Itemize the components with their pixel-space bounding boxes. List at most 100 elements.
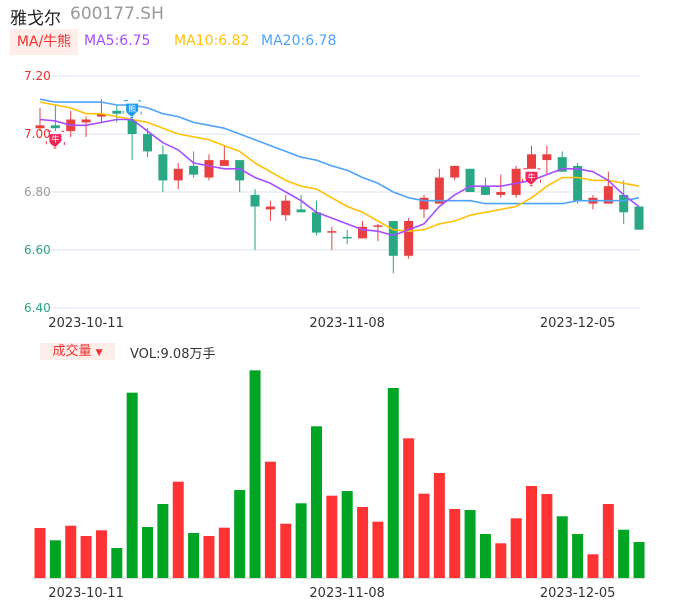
volume-bar	[310, 426, 322, 578]
candle	[419, 194, 429, 219]
candle	[189, 151, 199, 178]
candle	[404, 218, 414, 259]
volume-bar	[618, 529, 630, 578]
volume-bar	[387, 387, 399, 578]
candle	[434, 168, 444, 204]
candle-body	[250, 194, 260, 207]
candle	[127, 116, 137, 161]
volume-bar	[572, 533, 584, 578]
volume-bar	[433, 473, 445, 578]
kline-chart[interactable]: 7.207.006.806.606.402023-10-112023-10-11…	[0, 0, 686, 606]
y-tick-label: 6.80	[24, 185, 51, 199]
candle-body	[265, 206, 275, 210]
y-tick-label: 7.00	[24, 127, 51, 141]
candle	[450, 165, 460, 181]
candle	[527, 145, 537, 169]
candle-body	[496, 192, 506, 195]
candle	[603, 171, 613, 204]
candle-body	[81, 119, 91, 123]
candle-body	[511, 168, 521, 195]
volume-bar	[464, 509, 476, 578]
volume-x-tick-label: 2023-10-11	[48, 586, 124, 601]
candle-body	[311, 212, 321, 233]
candle-body	[204, 160, 214, 178]
candle-body	[373, 225, 383, 227]
y-tick-label: 7.20	[24, 69, 51, 83]
volume-bar	[541, 494, 553, 578]
volume-bar	[341, 491, 353, 578]
x-tick-label: 2023-11-08	[309, 316, 385, 331]
bear-signal-icon: 熊	[122, 100, 142, 119]
volume-bar	[157, 504, 169, 578]
x-tick-label: 2023-10-11	[48, 316, 124, 331]
candle-body	[634, 206, 644, 230]
volume-bar	[403, 438, 415, 578]
volume-bar	[142, 527, 154, 578]
candle-body	[327, 231, 337, 233]
candle-body	[50, 125, 60, 129]
candle-body	[35, 125, 45, 129]
candle-body	[480, 186, 490, 195]
candle-body	[404, 221, 414, 256]
volume-bar	[234, 490, 246, 578]
candle	[342, 229, 352, 245]
volume-x-tick-label: 2023-11-08	[309, 586, 385, 601]
ma5-line	[39, 118, 640, 237]
volume-bar	[172, 481, 184, 578]
volume-bar	[80, 536, 92, 578]
candle-body	[219, 160, 229, 166]
candle-body	[450, 165, 460, 178]
candle-body	[527, 154, 537, 169]
candle-body	[342, 236, 352, 239]
candle-body	[112, 110, 122, 114]
candle-body	[573, 165, 583, 201]
candle	[250, 189, 260, 250]
candle	[158, 145, 168, 192]
x-tick-label: 2023-12-05	[540, 316, 616, 331]
candle-body	[434, 177, 444, 204]
volume-bar	[34, 528, 46, 578]
signal-label: 熊	[128, 104, 136, 114]
candle	[511, 165, 521, 198]
candle	[327, 226, 337, 250]
volume-bar	[526, 486, 538, 578]
volume-bar	[126, 392, 138, 578]
candle-body	[173, 168, 183, 181]
candle-body	[542, 154, 552, 161]
candle	[173, 163, 183, 190]
volume-bar	[510, 518, 522, 578]
volume-bar	[449, 509, 461, 578]
candle-body	[296, 209, 306, 213]
candle-body	[388, 221, 398, 256]
signal-label: 牛	[528, 172, 536, 182]
y-tick-label: 6.40	[24, 301, 51, 315]
candle	[281, 194, 291, 221]
volume-bar	[479, 533, 491, 578]
candle	[588, 194, 598, 210]
volume-bar	[418, 493, 430, 578]
volume-bar	[249, 370, 261, 578]
candle	[311, 200, 321, 236]
y-tick-label: 6.60	[24, 243, 51, 257]
volume-bar	[602, 504, 614, 578]
candle	[634, 206, 644, 230]
candle	[204, 154, 214, 181]
volume-bar	[556, 516, 568, 578]
candle-body	[158, 154, 168, 181]
volume-bar	[357, 506, 369, 578]
volume-bar	[495, 543, 507, 578]
volume-bar	[280, 523, 292, 578]
volume-x-tick-label: 2023-12-05	[540, 586, 616, 601]
candle	[265, 200, 275, 221]
candle-body	[143, 134, 153, 152]
volume-bar	[326, 495, 338, 578]
volume-bar	[188, 532, 200, 578]
candle	[619, 180, 629, 224]
volume-bar	[49, 540, 61, 578]
volume-bar	[218, 527, 230, 578]
volume-bar	[264, 461, 276, 578]
volume-bar	[203, 536, 215, 578]
volume-bar	[587, 554, 599, 578]
candle	[235, 160, 245, 192]
volume-bar	[295, 503, 307, 578]
